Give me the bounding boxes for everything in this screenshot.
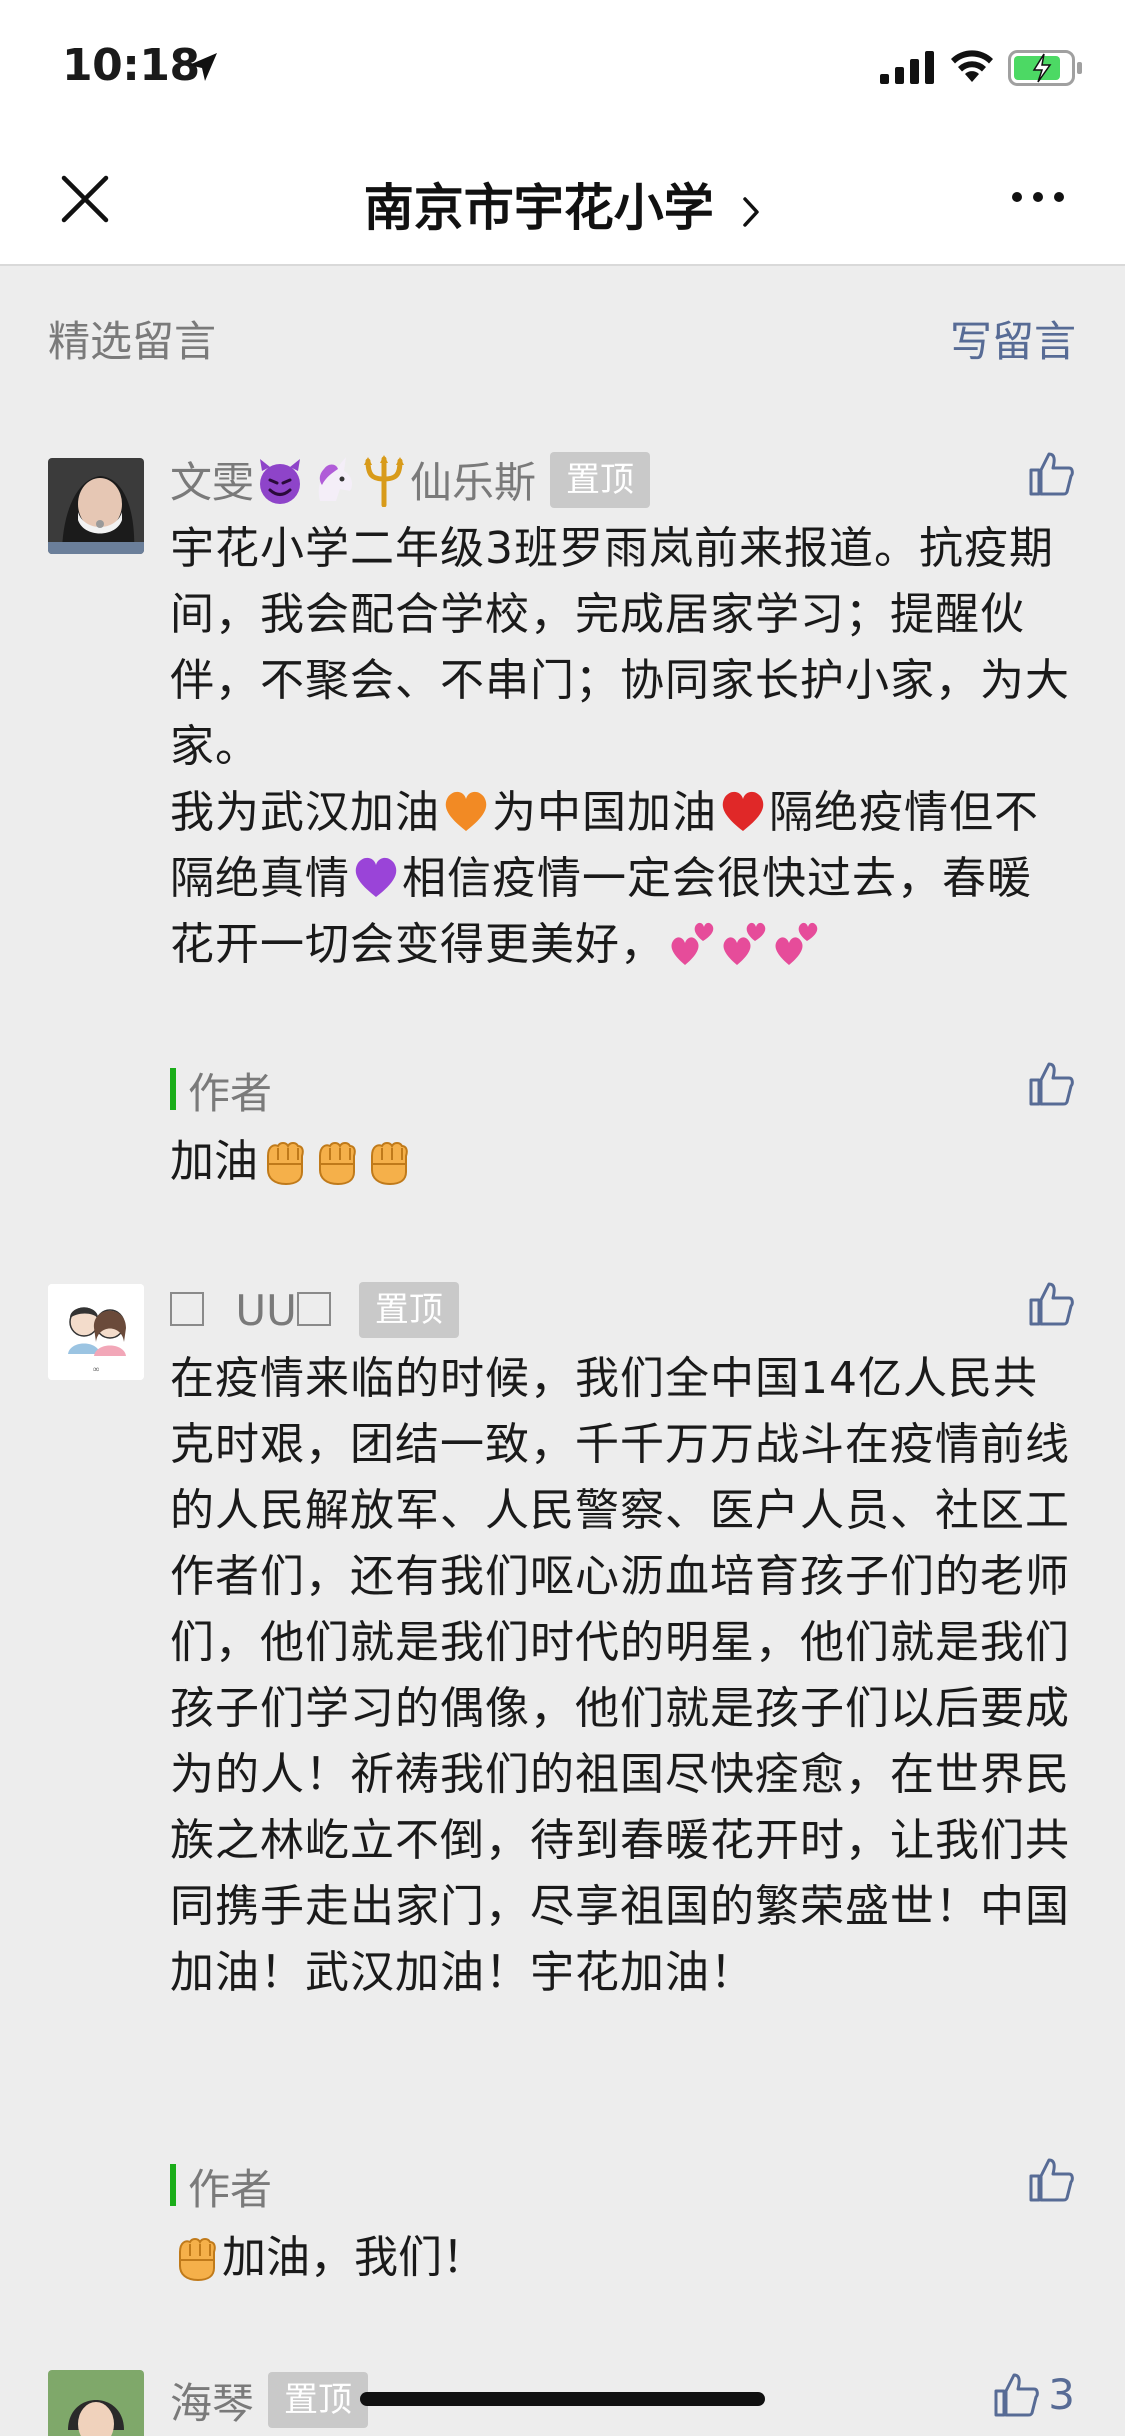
purple-heart-emoji-icon <box>355 857 397 897</box>
avatar-image <box>48 458 144 554</box>
comment-item: 文雯 仙乐斯 置顶 宇花小学二年级3班罗雨岚前来报道。抗疫期间，我会配合学校，完… <box>0 450 1125 1190</box>
nickname[interactable]: 文雯 仙乐斯 <box>170 449 536 512</box>
status-bar: 10:18 <box>0 0 1125 132</box>
avatar-image <box>48 2370 144 2436</box>
reply-header: 作者 <box>170 2156 1075 2214</box>
two-hearts-emoji-icon <box>671 922 714 965</box>
svg-text:∞: ∞ <box>93 1364 99 1374</box>
unicorn-emoji-icon <box>318 457 353 502</box>
pinned-badge: 置顶 <box>358 1282 459 1338</box>
smiling-devil-emoji-icon <box>260 459 301 505</box>
author-reply: 作者 加油 <box>170 1060 1075 1187</box>
comment-body: 在疫情来临的时候，我们全中国14亿人民共克时艰，团结一致，千千万万战斗在疫情前线… <box>170 1353 1070 1998</box>
like-button[interactable] <box>1027 450 1075 498</box>
reply-text-content: 加油 <box>170 1136 258 1187</box>
reply-author: 作者 <box>188 1069 273 1118</box>
raised-fist-emoji-icon <box>371 1142 408 1186</box>
like-button[interactable]: 3 <box>992 2370 1075 2419</box>
two-hearts-emoji-icon <box>775 922 818 965</box>
comment-header: UU 置顶 <box>170 1280 459 1340</box>
reply-indicator-bar <box>170 1068 176 1110</box>
more-icon[interactable] <box>1010 190 1066 204</box>
like-count: 3 <box>1048 2370 1075 2419</box>
author-reply: 作者 加油，我们！ <box>170 2156 1075 2283</box>
home-indicator[interactable] <box>360 2392 765 2406</box>
comment-header: 文雯 仙乐斯 置顶 <box>170 449 651 512</box>
thumbs-up-icon[interactable] <box>1027 1060 1075 1108</box>
avatar-image: ∞ <box>48 1284 144 1380</box>
cellular-signal-icon <box>880 51 934 84</box>
reply-text: 加油 <box>170 1132 414 1192</box>
comment-text: 宇花小学二年级3班罗雨岚前来报道。抗疫期间，我会配合学校，完成居家学习；提醒伙伴… <box>170 523 1070 772</box>
wifi-icon <box>951 50 993 82</box>
thumbs-up-icon[interactable] <box>992 2371 1040 2419</box>
comment-text: 为中国加油 <box>492 787 717 838</box>
two-hearts-emoji-icon <box>723 922 766 965</box>
raised-fist-emoji-icon <box>267 1142 304 1186</box>
reply-indicator-bar <box>170 2164 176 2206</box>
thumbs-up-icon[interactable] <box>1027 2156 1075 2204</box>
reply-author: 作者 <box>188 2165 273 2214</box>
raised-fist-emoji-icon <box>319 1142 356 1186</box>
thumbs-up-icon[interactable] <box>1027 1280 1075 1328</box>
nickname-text: UU <box>235 1285 297 1335</box>
chevron-right-icon[interactable] <box>741 195 761 229</box>
reply-text: 加油，我们！ <box>170 2228 486 2288</box>
orange-heart-emoji-icon <box>445 791 487 831</box>
account-title[interactable]: 南京市宇花小学 <box>0 168 1125 240</box>
avatar[interactable] <box>48 2370 144 2436</box>
location-arrow-icon <box>189 53 217 81</box>
reply-text-content: 加油，我们！ <box>222 2232 486 2283</box>
comment-text: 我为武汉加油 <box>170 787 440 838</box>
comment-body: 宇花小学二年级3班罗雨岚前来报道。抗疫期间，我会配合学校，完成居家学习；提醒伙伴… <box>170 516 1070 978</box>
pinned-badge: 置顶 <box>268 2372 369 2428</box>
pinned-badge: 置顶 <box>550 452 651 508</box>
thumbs-up-icon[interactable] <box>1027 450 1075 498</box>
battery-charging-icon <box>1008 50 1082 86</box>
comment-header: 海琴 置顶 <box>170 2370 369 2431</box>
avatar[interactable]: ∞ <box>48 1284 144 1380</box>
reply-header: 作者 <box>170 1060 1075 1118</box>
raised-fist-emoji-icon <box>179 2238 216 2282</box>
nickname[interactable]: 海琴 <box>170 2370 254 2431</box>
account-name[interactable]: 南京市宇花小学 <box>364 179 714 237</box>
nickname-text-suffix: 仙乐斯 <box>410 457 537 507</box>
nickname-text: 文雯 <box>170 457 255 507</box>
unsupported-glyph-icon <box>296 1292 331 1326</box>
unsupported-glyph-icon <box>170 1292 204 1326</box>
red-heart-emoji-icon <box>722 791 764 831</box>
trident-emoji-icon <box>364 455 405 508</box>
comments-header: 精选留言 写留言 <box>48 308 1076 368</box>
like-button[interactable] <box>1027 1280 1075 1328</box>
status-time: 10:18 <box>62 40 200 91</box>
avatar[interactable] <box>48 458 144 554</box>
nav-bar: 南京市宇花小学 <box>0 132 1125 266</box>
comment-item: ∞ UU 置顶 在疫情来临的时候，我们全中国14亿人民共克时艰，团结一致，千千万… <box>0 1280 1125 2320</box>
nickname[interactable]: UU <box>170 1286 331 1335</box>
featured-comments-title: 精选留言 <box>48 317 217 366</box>
write-comment-button[interactable]: 写留言 <box>950 308 1076 369</box>
